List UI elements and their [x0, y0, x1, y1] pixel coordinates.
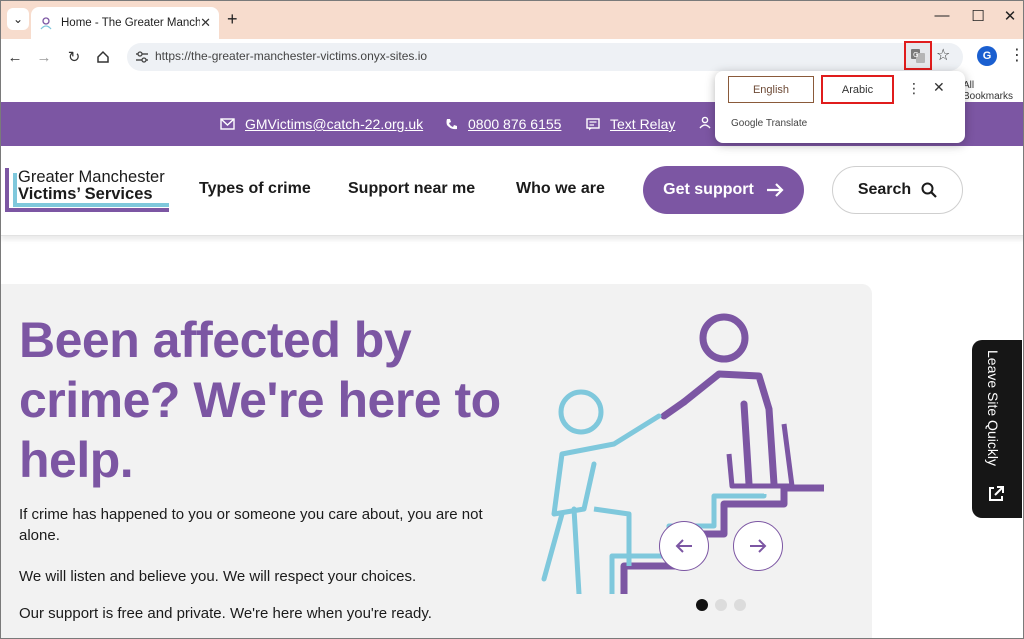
site-logo[interactable]: Greater Manchester Victims’ Services	[5, 168, 171, 214]
carousel-dot-1[interactable]	[696, 599, 708, 611]
site-settings-icon[interactable]	[135, 50, 149, 69]
url-text: https://the-greater-manchester-victims.o…	[155, 49, 428, 63]
carousel-prev-button[interactable]	[659, 521, 709, 571]
back-icon[interactable]: ←	[4, 46, 26, 68]
forward-icon[interactable]: →	[33, 46, 55, 68]
phone-link[interactable]: 0800 876 6155	[445, 116, 561, 132]
maximize-icon[interactable]: ☐	[963, 7, 993, 25]
carousel-next-button[interactable]	[733, 521, 783, 571]
hero-paragraph-1: If crime has happened to you or someone …	[19, 506, 483, 544]
hero-paragraph-2: We will listen and believe you. We will …	[19, 568, 417, 585]
nav-types-of-crime[interactable]: Types of crime	[199, 180, 311, 198]
email-link[interactable]: GMVictims@catch-22.org.uk	[220, 116, 423, 132]
hero-section: Been affected by crime? We're here to he…	[1, 284, 872, 638]
arrow-right-icon	[750, 539, 767, 553]
nav-support-near-me[interactable]: Support near me	[348, 180, 475, 198]
profile-avatar[interactable]: G	[977, 46, 997, 66]
text-relay-text: Text Relay	[610, 116, 676, 132]
arrow-left-icon	[675, 539, 692, 553]
home-icon[interactable]	[92, 46, 114, 68]
bookmark-star-icon[interactable]: ☆	[936, 45, 950, 65]
tab-search-icon[interactable]: ⌄	[7, 8, 29, 30]
phone-text: 0800 876 6155	[468, 116, 562, 132]
carousel-dot-3[interactable]	[734, 599, 746, 611]
email-text: GMVictims@catch-22.org.uk	[245, 116, 424, 132]
favicon-icon	[39, 16, 53, 30]
browser-menu-icon[interactable]: ⋮	[1009, 45, 1023, 65]
reload-icon[interactable]: ↻	[63, 46, 85, 68]
browser-tab[interactable]: Home - The Greater Manchester Victims' S…	[31, 7, 219, 39]
get-support-button[interactable]: Get support	[643, 166, 804, 214]
nav-who-we-are[interactable]: Who we are	[516, 180, 605, 198]
hero-title: Been affected by crime? We're here to he…	[19, 312, 501, 488]
translate-popup: English Arabic ⋮ ✕ Google Translate	[715, 71, 965, 143]
address-bar[interactable]: https://the-greater-manchester-victims.o…	[127, 43, 963, 71]
search-icon	[921, 182, 937, 198]
new-tab-icon[interactable]: +	[227, 9, 238, 30]
translate-page-icon[interactable]: G	[904, 41, 932, 70]
all-bookmarks-link[interactable]: All Bookmarks	[963, 80, 1023, 102]
svg-text:G: G	[913, 51, 918, 59]
chat-icon	[586, 117, 600, 130]
site-header: Greater Manchester Victims’ Services Typ…	[1, 146, 1023, 236]
translate-options-icon[interactable]: ⋮	[907, 80, 921, 97]
carousel-dot-2[interactable]	[715, 599, 727, 611]
leave-site-quickly-button[interactable]: Leave Site Quickly	[972, 340, 1022, 518]
browser-toolbar: ← → ↻ https://the-greater-manchester-vic…	[1, 39, 1023, 75]
leave-site-label: Leave Site Quickly	[985, 350, 1001, 466]
hero-paragraph-3: Our support is free and private. We're h…	[19, 605, 432, 622]
screenshot-frame: ⌄ Home - The Greater Manchester Victims'…	[0, 0, 1024, 639]
logo-underline-purple	[5, 208, 169, 212]
language-arabic-option[interactable]: Arabic	[821, 75, 894, 104]
tab-title: Home - The Greater Manchester Victims' S…	[61, 17, 201, 29]
get-support-label: Get support	[663, 181, 754, 198]
text-relay-link[interactable]: Text Relay	[586, 116, 675, 132]
logo-bar-purple	[5, 168, 9, 212]
arrow-right-icon	[766, 183, 784, 197]
search-label: Search	[857, 181, 912, 198]
google-translate-label: Google Translate	[731, 118, 808, 129]
logo-line2: Victims’ Services	[18, 185, 153, 203]
mail-icon	[220, 118, 235, 130]
search-button[interactable]: Search	[832, 166, 963, 214]
tab-close-icon[interactable]: ✕	[200, 15, 211, 31]
logo-bar-blue	[13, 173, 17, 207]
window-close-icon[interactable]: ✕	[995, 7, 1023, 25]
phone-icon	[446, 118, 457, 129]
browser-tab-bar: ⌄ Home - The Greater Manchester Victims'…	[1, 1, 1023, 39]
external-link-icon	[989, 486, 1004, 501]
minimize-icon[interactable]: —	[927, 7, 957, 24]
language-english-option[interactable]: English	[728, 76, 814, 103]
translate-close-icon[interactable]: ✕	[933, 79, 945, 96]
